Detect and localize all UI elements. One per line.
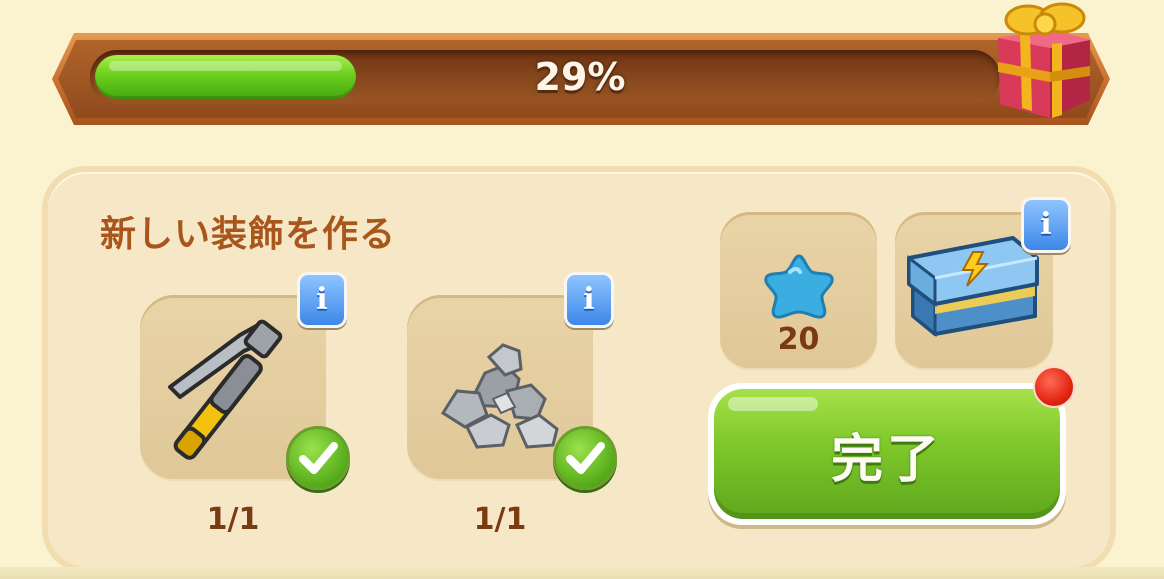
bottom-strip: [0, 567, 1164, 579]
check-badge-hammer: [286, 426, 350, 490]
complete-button-face: 完了: [714, 389, 1060, 519]
info-button-hammer[interactable]: i: [297, 272, 347, 328]
requirement-count-stones: 1/1: [473, 502, 527, 537]
progress-percent: 29%: [534, 55, 626, 99]
info-icon: i: [1040, 207, 1052, 242]
info-button-chest[interactable]: i: [1021, 197, 1071, 253]
requirement-count-hammer: 1/1: [206, 502, 260, 537]
checkmark-icon: [299, 442, 338, 474]
notification-dot: [1033, 366, 1075, 408]
check-badge-stones: [553, 426, 617, 490]
info-icon: i: [583, 282, 595, 317]
gift-box-icon[interactable]: [990, 0, 1100, 125]
checkmark-icon: [566, 442, 605, 474]
info-icon: i: [316, 282, 328, 317]
info-button-stones[interactable]: i: [564, 272, 614, 328]
reward-star-value: 20: [777, 322, 820, 357]
complete-button[interactable]: 完了: [708, 383, 1066, 525]
progress-bar-fill: [95, 55, 356, 99]
panel-title: 新しい装飾を作る: [100, 214, 397, 255]
complete-button-label: 完了: [830, 429, 943, 490]
